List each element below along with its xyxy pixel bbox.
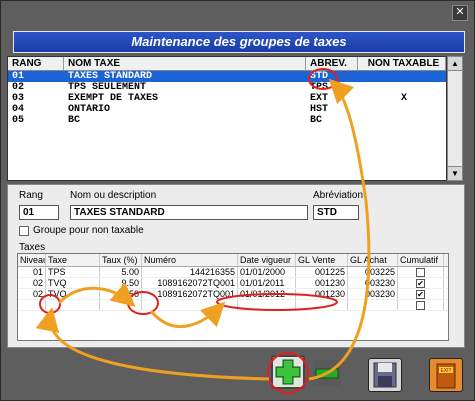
page-title: Maintenance des groupes de taxes	[13, 31, 465, 53]
cell-gl-achat: 003230	[348, 278, 398, 288]
add-button[interactable]	[271, 355, 305, 389]
table-row[interactable]: 04 ONTARIO HST	[8, 104, 446, 115]
cell-gl-achat: 003230	[348, 289, 398, 299]
cell-gl-vente: 001225	[296, 267, 348, 277]
cell-numero: 1089162072TQ001	[142, 289, 238, 299]
exit-door-icon: EXIT	[436, 363, 456, 389]
cell-cumulatif	[398, 300, 444, 310]
row-rang: 04	[12, 104, 25, 115]
table-row-empty[interactable]	[18, 300, 448, 311]
window-close-button[interactable]: ✕	[452, 5, 468, 21]
cell-cumulatif: ✔	[398, 278, 444, 288]
row-non-taxable	[358, 71, 446, 82]
cell-numero: 1089162072TQ001	[142, 278, 238, 288]
column-header-cumulatif[interactable]: Cumulatif	[398, 254, 444, 266]
table-row[interactable]: 02 TPS SEULEMENT TPS	[8, 82, 446, 93]
column-header-abrev[interactable]: ABREV.	[306, 57, 358, 70]
table-row[interactable]: 01 TAXES STANDARD STD	[8, 71, 446, 82]
column-header-gl-achat[interactable]: GL Achat	[348, 254, 398, 266]
column-header-rang[interactable]: RANG	[8, 57, 64, 70]
nom-field[interactable]: TAXES STANDARD	[70, 205, 308, 220]
taxes-table: Niveau Taxe Taux (%) Numéro Date vigueur…	[17, 253, 449, 341]
application-window: ✕ Maintenance des groupes de taxes RANG …	[0, 0, 475, 401]
minus-icon	[315, 368, 339, 379]
cell-date: 01/01/2011	[238, 278, 296, 288]
rang-field[interactable]: 01	[19, 205, 59, 220]
cell-cumulatif	[398, 267, 444, 277]
column-header-nom-taxe[interactable]: NOM TAXE	[64, 57, 306, 70]
plus-icon	[275, 359, 301, 385]
column-header-gl-vente[interactable]: GL Vente	[296, 254, 348, 266]
cell-taux: 9.50	[100, 278, 142, 288]
row-abrev: TPS	[310, 82, 329, 93]
row-abrev: EXT	[310, 93, 329, 104]
nom-label: Nom ou description	[70, 190, 157, 201]
row-non-taxable	[358, 115, 446, 126]
row-abrev: STD	[310, 71, 329, 82]
abrev-field[interactable]: STD	[313, 205, 359, 220]
cumulatif-checkbox[interactable]: ✔	[416, 290, 425, 299]
cumulatif-checkbox[interactable]: ✔	[416, 279, 425, 288]
table-row[interactable]: 05 BC BC	[8, 115, 446, 126]
save-button[interactable]	[368, 358, 402, 392]
cell-niveau: 02	[18, 289, 46, 299]
table-row[interactable]: 01 TPS 5.00 144216355 01/01/2000 001225 …	[18, 267, 448, 278]
abrev-label: Abréviation	[313, 190, 364, 201]
row-nom: TPS SEULEMENT	[68, 82, 147, 93]
row-nom: EXEMPT DE TAXES	[68, 93, 159, 104]
scroll-up-icon[interactable]: ▲	[448, 57, 462, 71]
table-row[interactable]: 02 TVQ 9.50 1089162072TQ001 01/01/2012 0…	[18, 289, 448, 300]
cell-date: 01/01/2000	[238, 267, 296, 277]
non-taxable-label: Groupe pour non taxable	[33, 225, 144, 236]
row-rang: 02	[12, 82, 25, 93]
cell-niveau: 02	[18, 278, 46, 288]
cell-taux: 5.00	[100, 267, 142, 277]
column-header-date[interactable]: Date vigueur	[238, 254, 296, 266]
tax-groups-header: RANG NOM TAXE ABREV. NON TAXABLE	[8, 57, 446, 71]
delete-button[interactable]	[313, 360, 341, 386]
scroll-down-icon[interactable]: ▼	[448, 166, 462, 180]
column-header-numero[interactable]: Numéro	[142, 254, 238, 266]
row-non-taxable: X	[400, 93, 407, 104]
non-taxable-checkbox[interactable]	[19, 226, 29, 236]
column-header-taux[interactable]: Taux (%)	[100, 254, 142, 266]
cumulatif-checkbox[interactable]	[416, 301, 425, 310]
row-non-taxable	[358, 82, 446, 93]
cell-gl-vente: 001230	[296, 278, 348, 288]
cell-niveau: 01	[18, 267, 46, 277]
tax-groups-table: RANG NOM TAXE ABREV. NON TAXABLE 01 TAXE…	[7, 56, 447, 181]
cell-taxe: TVQ	[46, 289, 100, 299]
row-rang: 01	[12, 71, 25, 82]
detail-panel: Rang 01 Nom ou description TAXES STANDAR…	[7, 184, 465, 348]
cell-taxe: TVQ	[46, 278, 100, 288]
floppy-icon	[373, 362, 397, 388]
exit-button[interactable]: EXIT	[429, 358, 463, 392]
column-header-taxe[interactable]: Taxe	[46, 254, 100, 266]
taxes-label: Taxes	[19, 242, 46, 253]
row-abrev: HST	[310, 104, 329, 115]
row-nom: ONTARIO	[68, 104, 111, 115]
table-row[interactable]: 02 TVQ 9.50 1089162072TQ001 01/01/2011 0…	[18, 278, 448, 289]
cell-gl-vente: 001230	[296, 289, 348, 299]
taxes-header: Niveau Taxe Taux (%) Numéro Date vigueur…	[18, 254, 448, 267]
cell-numero: 144216355	[142, 267, 238, 277]
row-rang: 05	[12, 115, 25, 126]
row-non-taxable	[358, 104, 446, 115]
table-row[interactable]: 03 EXEMPT DE TAXES EXT X	[8, 93, 446, 104]
cumulatif-checkbox[interactable]	[416, 268, 425, 277]
cell-gl-achat: 003225	[348, 267, 398, 277]
cell-taxe: TPS	[46, 267, 100, 277]
row-rang: 03	[12, 93, 25, 104]
row-nom: BC	[68, 115, 81, 126]
cell-taux: 9.50	[100, 289, 142, 299]
cell-cumulatif: ✔	[398, 289, 444, 299]
rang-label: Rang	[19, 190, 43, 201]
row-nom: TAXES STANDARD	[68, 71, 153, 82]
row-abrev: BC	[310, 115, 323, 126]
groups-scrollbar[interactable]: ▲ ▼	[447, 56, 463, 181]
cell-date: 01/01/2012	[238, 289, 296, 299]
column-header-niveau[interactable]: Niveau	[18, 254, 46, 266]
column-header-non-taxable[interactable]: NON TAXABLE	[358, 57, 446, 70]
exit-label: EXIT	[440, 368, 451, 374]
